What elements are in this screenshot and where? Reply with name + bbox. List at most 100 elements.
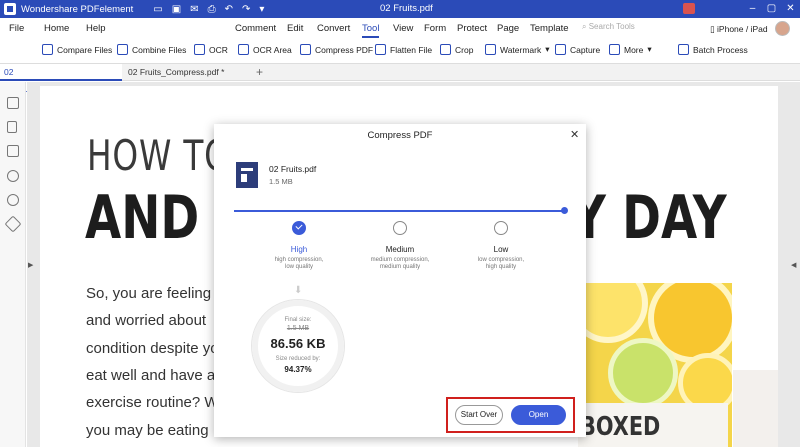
document-title: 02 Fruits.pdf bbox=[380, 3, 433, 14]
comment-icon[interactable] bbox=[7, 145, 19, 157]
menu-convert[interactable]: Convert bbox=[317, 23, 350, 34]
compress-pdf-button[interactable]: Compress PDF bbox=[300, 44, 373, 55]
more-button[interactable]: More ▾ bbox=[609, 44, 652, 55]
expand-right-icon[interactable]: ◀ bbox=[791, 261, 796, 269]
option-high[interactable]: High high compression, low quality bbox=[259, 221, 339, 271]
flatten-file-label: Flatten File bbox=[390, 44, 433, 55]
document-tabs: 02 Fruits.pdf✕ 02 Fruits_Compress.pdf * … bbox=[0, 63, 800, 94]
crop-icon bbox=[440, 44, 451, 55]
radio-low[interactable] bbox=[494, 221, 508, 235]
reduced-value: 94.37% bbox=[284, 365, 312, 374]
option-low[interactable]: Low low compression, high quality bbox=[461, 221, 541, 271]
page-decoration bbox=[733, 370, 778, 447]
chevron-down-icon: ▾ bbox=[545, 44, 550, 54]
option-label: High bbox=[290, 245, 308, 254]
compression-slider-track[interactable] bbox=[234, 210, 564, 212]
compare-files-button[interactable]: Compare Files bbox=[42, 44, 112, 55]
lemon-slice bbox=[578, 283, 648, 343]
chevron-down-icon: ▾ bbox=[647, 44, 652, 54]
close-icon[interactable]: ✕ bbox=[570, 128, 579, 141]
tab-label: 02 Fruits_Compress.pdf * bbox=[128, 67, 225, 77]
menu-protect[interactable]: Protect bbox=[457, 23, 487, 34]
phone-icon: ▯ bbox=[710, 24, 718, 34]
redo-icon[interactable]: ↷ bbox=[242, 4, 250, 15]
folder-icon[interactable]: ▭ bbox=[153, 4, 162, 15]
flatten-icon bbox=[375, 44, 386, 55]
expand-left-icon[interactable]: ▶ bbox=[28, 261, 33, 269]
ocr-area-button[interactable]: OCR Area bbox=[238, 44, 292, 55]
final-size-label: Final size: bbox=[284, 317, 312, 323]
menu-home[interactable]: Home bbox=[44, 23, 69, 34]
layers-icon[interactable] bbox=[4, 215, 22, 233]
combine-files-button[interactable]: Combine Files bbox=[117, 44, 186, 55]
body-text-line: eat well and have a bbox=[86, 367, 216, 384]
add-tab-icon[interactable]: + bbox=[256, 65, 263, 79]
save-icon[interactable]: ▣ bbox=[172, 4, 181, 15]
capture-icon bbox=[555, 44, 566, 55]
minimize-button[interactable]: – bbox=[743, 0, 762, 18]
page-heading-2-end: Y DAY bbox=[572, 183, 727, 253]
dialog-title: Compress PDF bbox=[367, 130, 433, 141]
mail-icon[interactable]: ✉ bbox=[190, 4, 198, 15]
undo-icon[interactable]: ↶ bbox=[225, 4, 233, 15]
tab-fruits-compress[interactable]: 02 Fruits_Compress.pdf * bbox=[124, 64, 252, 81]
ocr-area-icon bbox=[238, 44, 249, 55]
watermark-icon bbox=[485, 44, 496, 55]
crop-button[interactable]: Crop bbox=[440, 44, 473, 55]
notification-icon[interactable] bbox=[683, 3, 695, 14]
search-tools-input[interactable]: Search Tools bbox=[589, 22, 635, 31]
ocr-button[interactable]: OCR bbox=[194, 44, 228, 55]
menu-file[interactable]: File bbox=[9, 23, 24, 34]
original-size: 1.5 MB bbox=[286, 325, 310, 332]
radio-medium[interactable] bbox=[393, 221, 407, 235]
menu-help[interactable]: Help bbox=[86, 23, 106, 34]
avatar[interactable] bbox=[775, 21, 790, 36]
thumbnails-icon[interactable] bbox=[7, 97, 19, 109]
maximize-button[interactable]: ▢ bbox=[762, 0, 781, 18]
compress-pdf-label: Compress PDF bbox=[315, 44, 374, 55]
body-text-line: So, you are feeling c bbox=[86, 285, 223, 302]
search-tools[interactable]: ⌕ Search Tools bbox=[582, 22, 682, 36]
menu-form[interactable]: Form bbox=[424, 23, 446, 34]
menu-page[interactable]: Page bbox=[497, 23, 519, 34]
slider-handle[interactable] bbox=[561, 207, 568, 214]
watermark-button[interactable]: Watermark ▾ bbox=[485, 44, 550, 55]
start-over-button[interactable]: Start Over bbox=[455, 405, 503, 425]
compression-result: Final size: 1.5 MB 86.56 KB Size reduced… bbox=[252, 300, 344, 392]
device-link[interactable]: ▯ iPhone / iPad bbox=[710, 24, 768, 35]
compare-files-label: Compare Files bbox=[57, 44, 113, 55]
option-medium[interactable]: Medium medium compression, medium quality bbox=[360, 221, 440, 271]
ocr-area-label: OCR Area bbox=[253, 44, 292, 55]
option-desc: low compression, high quality bbox=[477, 257, 525, 270]
print-icon[interactable]: ⎙ bbox=[208, 4, 216, 15]
body-text-line: exercise routine? W bbox=[86, 394, 219, 411]
close-window-button[interactable]: ✕ bbox=[781, 0, 800, 18]
tab-fruits[interactable]: 02 Fruits.pdf✕ bbox=[0, 64, 122, 94]
menu-view[interactable]: View bbox=[393, 23, 413, 34]
compare-icon bbox=[42, 44, 53, 55]
menu-comment[interactable]: Comment bbox=[235, 23, 276, 34]
capture-button[interactable]: Capture bbox=[555, 44, 600, 55]
menu-template[interactable]: Template bbox=[530, 23, 569, 34]
dropdown-icon[interactable]: ▾ bbox=[259, 4, 264, 15]
app-logo-icon bbox=[4, 3, 16, 15]
option-desc: medium compression, medium quality bbox=[370, 257, 430, 270]
open-button[interactable]: Open bbox=[511, 405, 566, 425]
radio-high[interactable] bbox=[292, 221, 306, 235]
more-icon bbox=[609, 44, 620, 55]
batch-process-button[interactable]: Batch Process bbox=[678, 44, 748, 55]
title-bar: Wondershare PDFelement ▭ ▣ ✉ ⎙ ↶ ↷ ▾ 02 … bbox=[0, 0, 800, 18]
attachment-icon[interactable] bbox=[7, 170, 19, 182]
search-panel-icon[interactable] bbox=[7, 194, 19, 206]
left-sidebar bbox=[0, 82, 26, 447]
bookmark-icon[interactable] bbox=[7, 121, 17, 133]
batch-icon bbox=[678, 44, 689, 55]
app-name: Wondershare PDFelement bbox=[21, 3, 134, 15]
menu-tool[interactable]: Tool bbox=[362, 23, 380, 38]
menu-edit[interactable]: Edit bbox=[287, 23, 303, 34]
crop-label: Crop bbox=[455, 44, 474, 55]
flatten-file-button[interactable]: Flatten File bbox=[375, 44, 432, 55]
body-text-line: condition despite yo bbox=[86, 340, 219, 357]
ocr-label: OCR bbox=[209, 44, 228, 55]
arrow-down-icon: ⬇ bbox=[294, 285, 303, 296]
